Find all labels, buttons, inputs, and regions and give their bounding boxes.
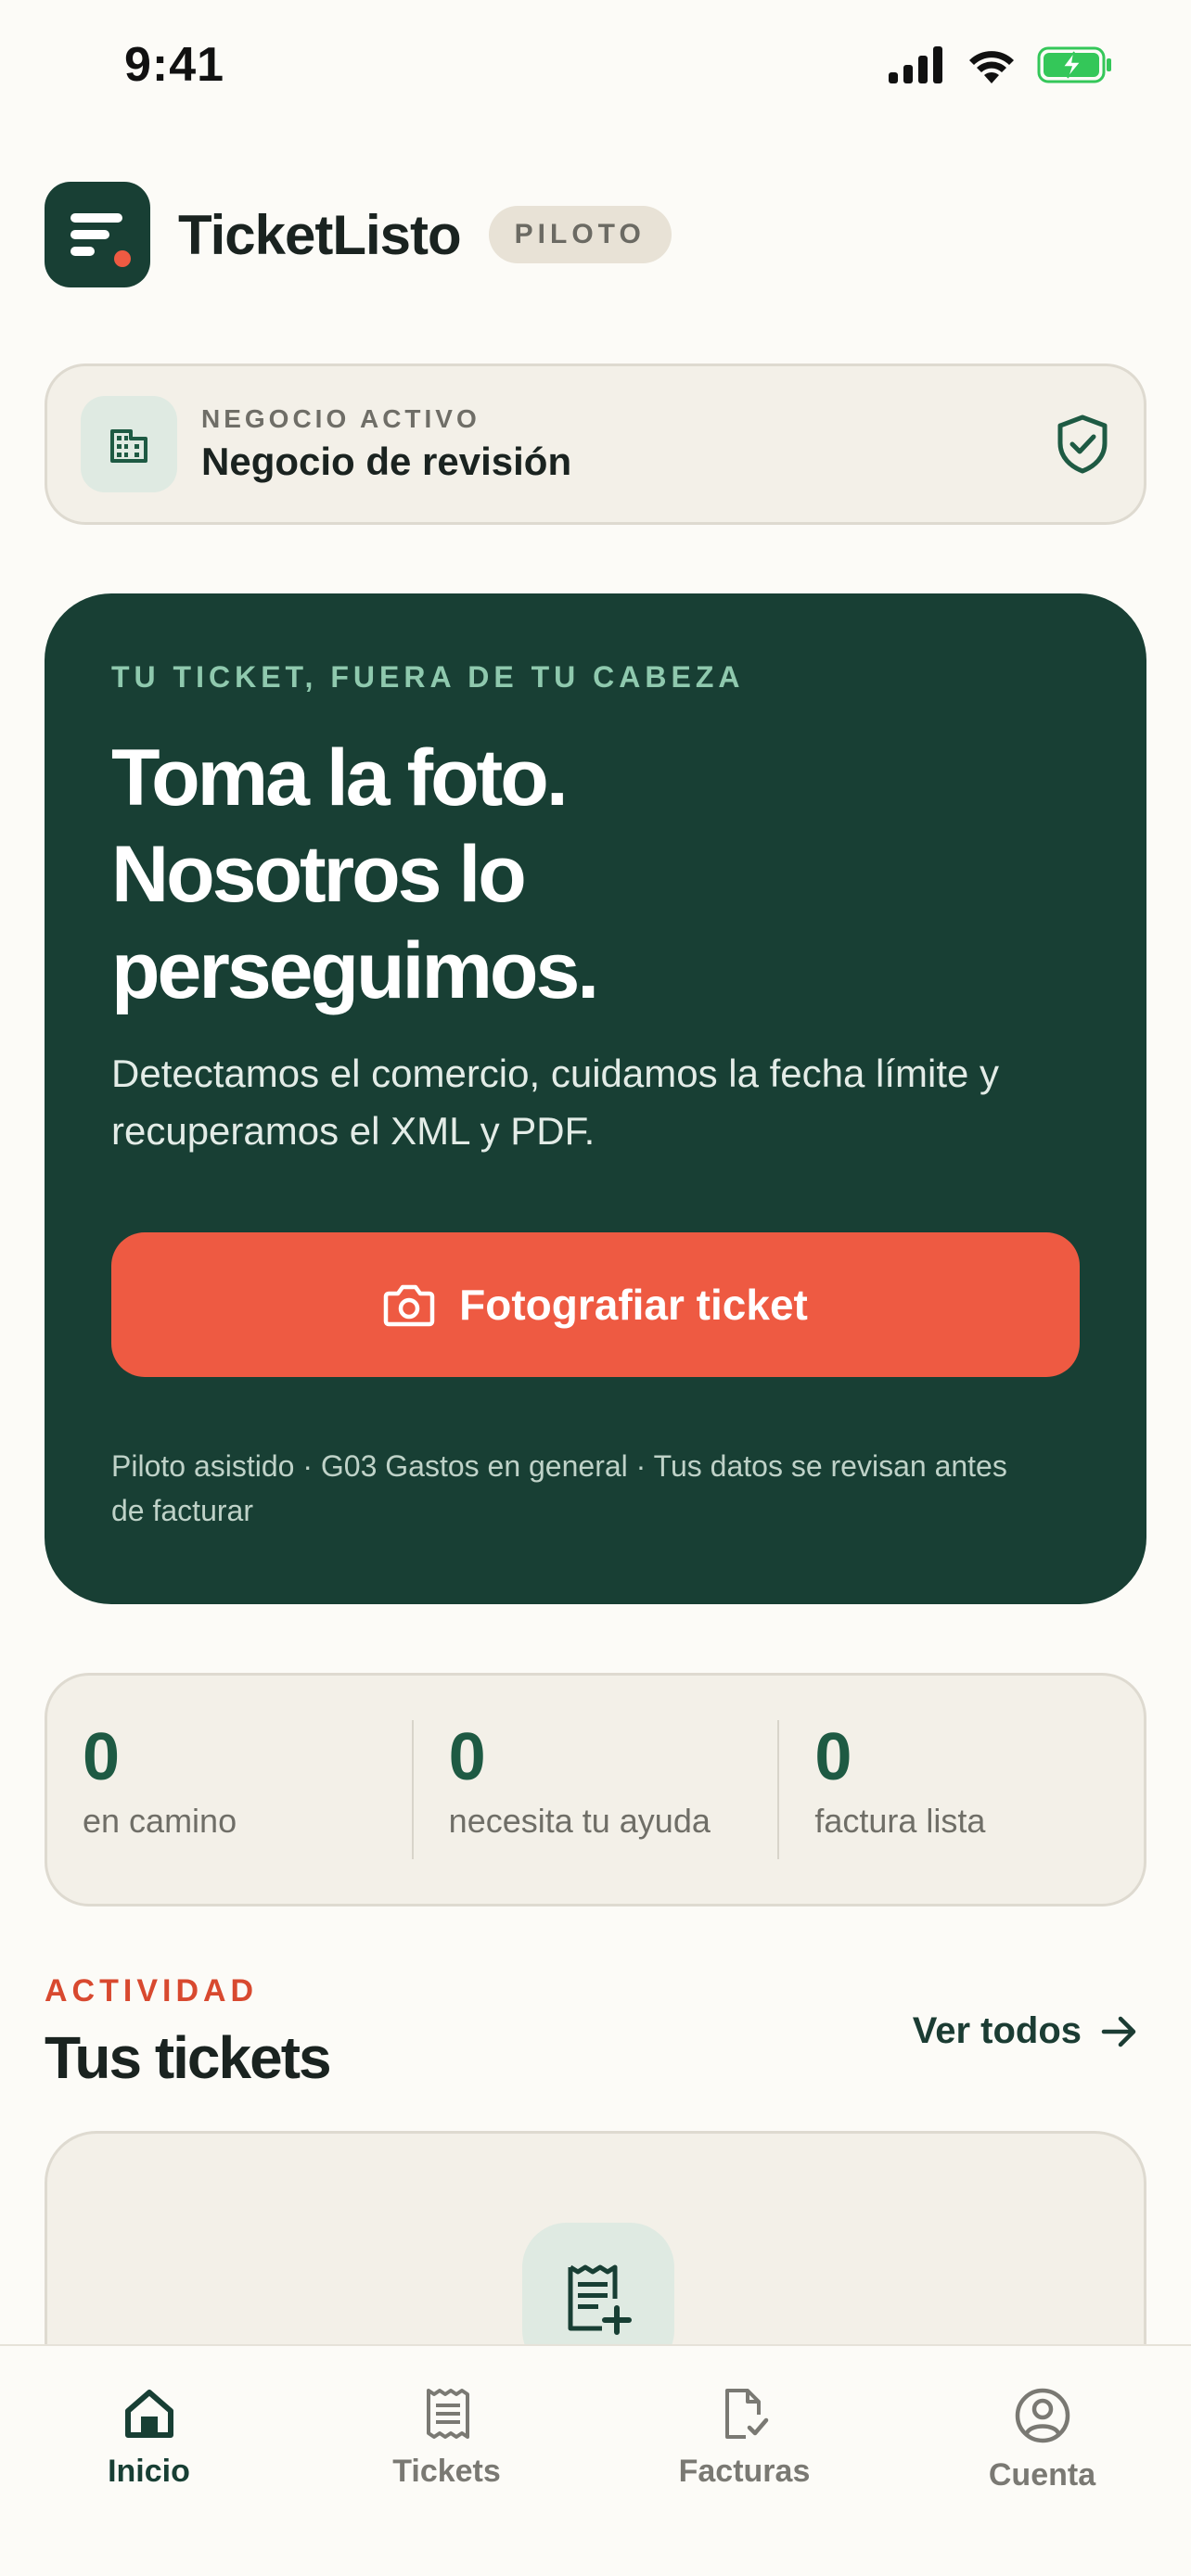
battery-charging-icon <box>1037 46 1111 83</box>
building-icon <box>81 396 177 492</box>
tab-label: Cuenta <box>988 2457 1096 2493</box>
see-all-label: Ver todos <box>912 2010 1082 2051</box>
tab-label: Tickets <box>392 2454 501 2489</box>
wifi-icon <box>969 51 1014 83</box>
status-time: 9:41 <box>124 38 225 92</box>
stat-label: factura lista <box>814 1802 986 1840</box>
arrow-right-icon <box>1101 2016 1136 2047</box>
receipt-icon <box>426 2389 469 2439</box>
tab-facturas[interactable]: Facturas <box>596 2346 893 2576</box>
home-icon <box>124 2390 173 2438</box>
active-business-card[interactable]: NEGOCIO ACTIVO Negocio de revisión <box>45 363 1146 525</box>
stat-label: necesita tu ayuda <box>448 1802 711 1840</box>
photograph-ticket-button[interactable]: Fotografiar ticket <box>111 1232 1080 1377</box>
pilot-badge: PILOTO <box>488 206 672 263</box>
invoice-check-icon <box>724 2389 768 2439</box>
business-name: Negocio de revisión <box>201 440 572 483</box>
see-all-link[interactable]: Ver todos <box>913 2010 1139 2052</box>
stat-value: 0 <box>83 1720 121 1794</box>
stat-label: en camino <box>83 1802 237 1840</box>
tab-label: Facturas <box>678 2454 811 2489</box>
cellular-signal-icon <box>889 46 942 83</box>
activity-eyebrow: ACTIVIDAD <box>45 1973 259 2009</box>
app-name: TicketListo <box>178 203 462 266</box>
business-label: NEGOCIO ACTIVO <box>201 404 480 433</box>
tab-cuenta[interactable]: Cuenta <box>893 2346 1191 2576</box>
hero-title-line: Toma la foto. <box>111 733 569 823</box>
status-bar: 9:41 <box>0 0 1191 139</box>
stats-card: 0 en camino 0 necesita tu ayuda 0 factur… <box>45 1673 1146 1906</box>
stat-invoice-ready: 0 factura lista <box>777 1720 1144 1859</box>
tab-inicio[interactable]: Inicio <box>0 2346 298 2576</box>
app-logo-icon <box>45 182 150 287</box>
tab-label: Inicio <box>108 2454 190 2489</box>
stat-in-transit: 0 en camino <box>47 1720 412 1859</box>
status-icons <box>889 46 1113 83</box>
hero-title: Toma la foto. Nosotros lo perseguimos. <box>111 730 853 1019</box>
tab-bar: Inicio Tickets Facturas Cuenta <box>0 2344 1191 2576</box>
app-header: TicketListo PILOTO <box>45 182 672 287</box>
stat-value: 0 <box>814 1720 852 1794</box>
stat-value: 0 <box>448 1720 486 1794</box>
hero-subtitle: Detectamos el comercio, cuidamos la fech… <box>111 1052 1000 1153</box>
hero-title-line: perseguimos. <box>111 926 599 1015</box>
activity-title: Tus tickets <box>45 2024 332 2091</box>
hero-card: TU TICKET, FUERA DE TU CABEZA Toma la fo… <box>45 593 1146 1604</box>
hero-eyebrow: TU TICKET, FUERA DE TU CABEZA <box>111 660 745 694</box>
account-icon <box>1015 2388 1069 2443</box>
camera-icon <box>383 1284 435 1327</box>
shield-check-icon <box>1057 414 1108 474</box>
photograph-ticket-label: Fotografiar ticket <box>459 1281 808 1329</box>
hero-title-line: Nosotros lo <box>111 830 527 919</box>
hero-footnote: Piloto asistido · G03 Gastos en general … <box>111 1449 1007 1527</box>
tab-tickets[interactable]: Tickets <box>298 2346 596 2576</box>
stat-needs-help: 0 necesita tu ayuda <box>411 1720 778 1859</box>
